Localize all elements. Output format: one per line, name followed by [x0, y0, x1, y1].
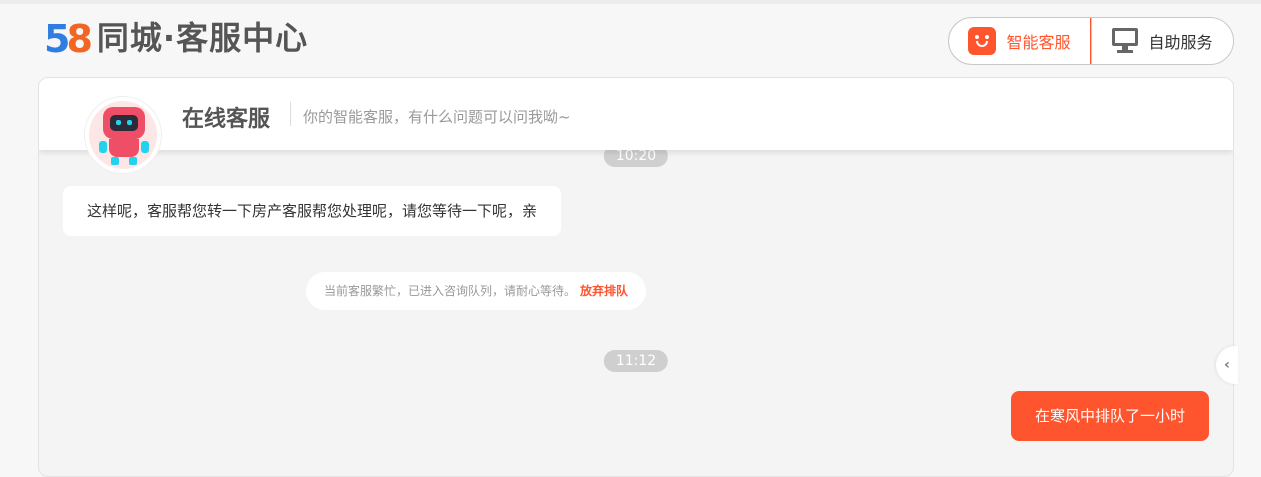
chat-panel: 在线客服 你的智能客服，有什么问题可以问我呦~ 10:20 这样呢，客服帮您转一…	[38, 77, 1234, 477]
give-up-queue-link[interactable]: 放弃排队	[580, 284, 628, 298]
bot-avatar	[84, 96, 162, 174]
robot-face-icon	[968, 27, 997, 55]
agent-message-bubble: 这样呢，客服帮您转一下房产客服帮您处理呢，请您等待一下呢，亲	[63, 186, 562, 236]
timestamp: 11:12	[603, 350, 669, 372]
monitor-icon	[1112, 28, 1139, 54]
logo-digit-8: 8	[66, 17, 93, 61]
smart-service-tab[interactable]: 智能客服	[949, 18, 1091, 64]
logo-digit-5: 5	[44, 17, 71, 61]
logo-text: 同城·客服中心	[96, 19, 309, 57]
chat-title: 在线客服	[182, 107, 271, 132]
chat-subtitle: 你的智能客服，有什么问题可以问我呦~	[303, 108, 571, 126]
top-border	[0, 0, 1261, 4]
self-service-tab[interactable]: 自助服务	[1092, 18, 1233, 64]
chat-header: 在线客服 你的智能客服，有什么问题可以问我呦~	[39, 78, 1233, 150]
robot-icon	[103, 107, 145, 139]
brand-logo[interactable]: 5 8 同城·客服中心	[44, 16, 308, 60]
chevron-left-icon: ‹	[1224, 357, 1230, 373]
queue-notice: 当前客服繁忙，已进入咨询队列，请耐心等待。 放弃排队	[306, 272, 647, 310]
logo-58-mark: 5 8	[44, 18, 93, 58]
queue-notice-text: 当前客服繁忙，已进入咨询队列，请耐心等待。	[324, 284, 577, 298]
user-message-bubble: 在寒风中排队了一小时	[1010, 391, 1209, 441]
service-switch: 智能客服 自助服务	[948, 17, 1234, 65]
smart-service-label: 智能客服	[1006, 33, 1071, 52]
header-divider	[290, 102, 291, 126]
self-service-label: 自助服务	[1148, 33, 1213, 52]
